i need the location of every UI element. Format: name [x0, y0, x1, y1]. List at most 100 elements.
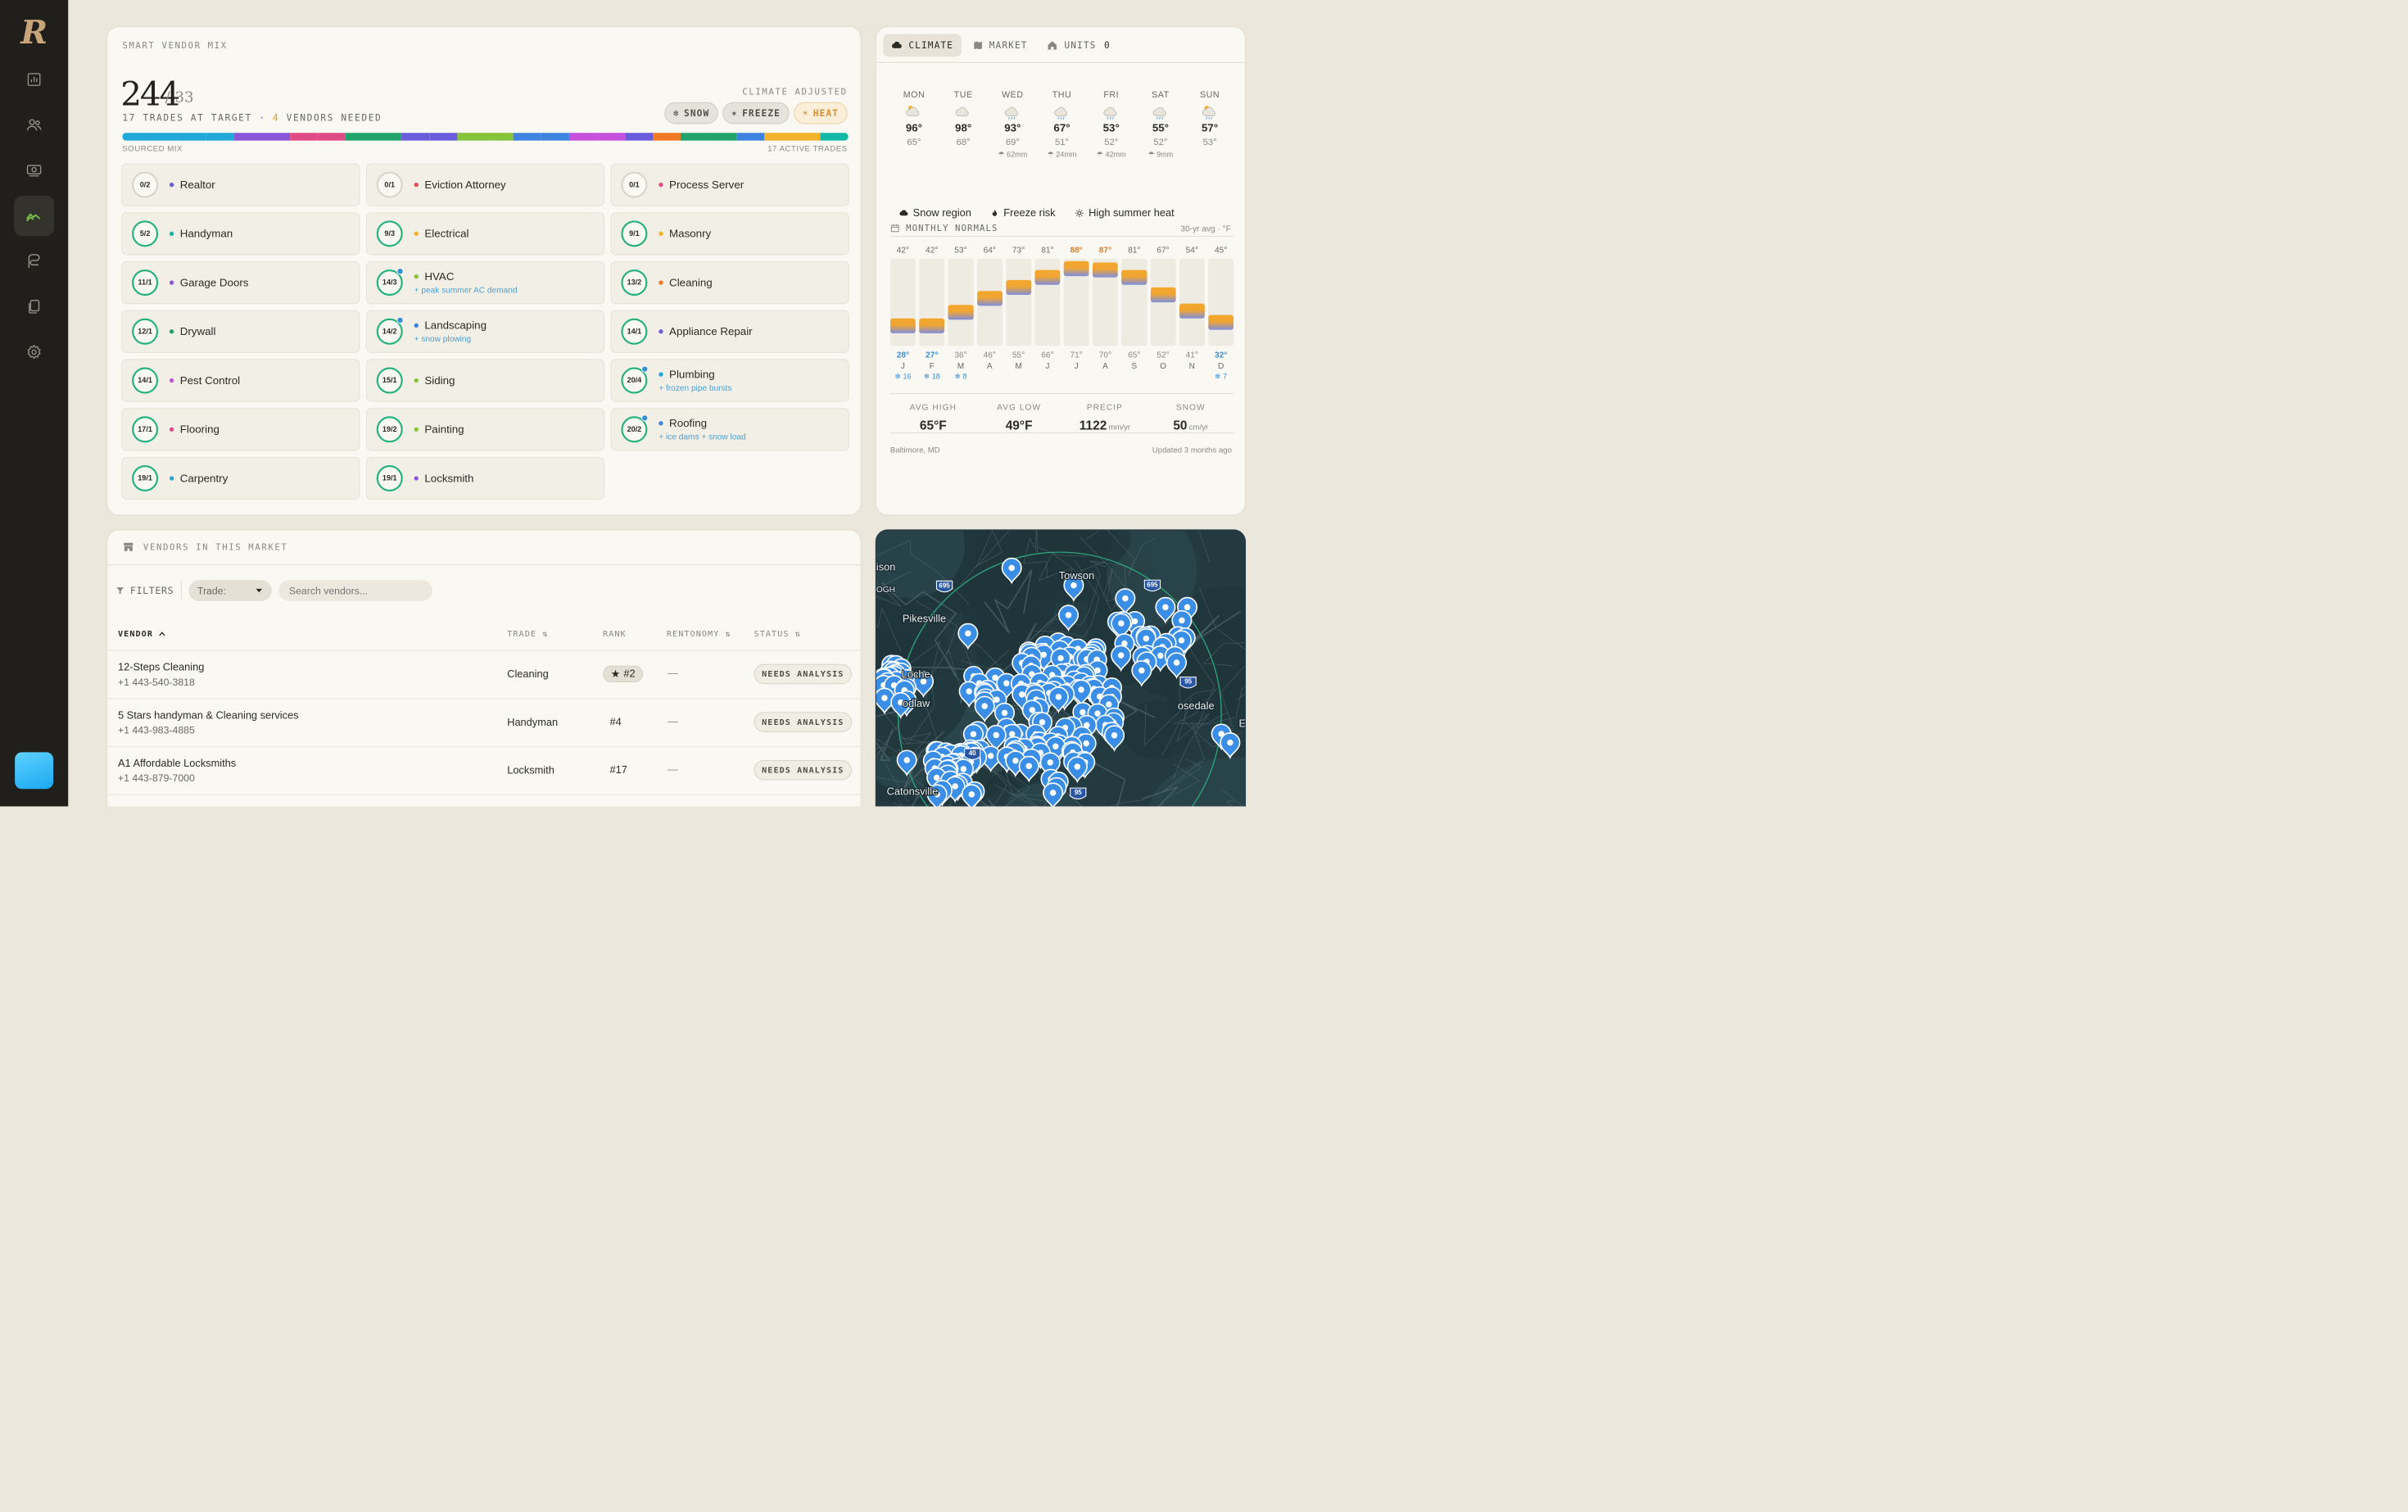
- trade-tile[interactable]: 19/1 Carpentry: [121, 456, 360, 500]
- vendor-pin-icon[interactable]: [957, 622, 979, 650]
- trade-tile[interactable]: 0/1 Eviction Attorney: [365, 163, 605, 206]
- trade-tile[interactable]: 11/1 Garage Doors: [121, 260, 360, 305]
- stat-label: AVG HIGH: [909, 402, 957, 412]
- month-letter: O: [1160, 361, 1166, 371]
- umbrella-icon: ☂: [1147, 150, 1157, 159]
- trade-tile[interactable]: 12/1 Drywall: [121, 310, 360, 353]
- trade-progress-ring: 14/2: [376, 316, 404, 345]
- table-row[interactable]: 5 Stars handyman & Cleaning services +1 4…: [107, 698, 861, 746]
- nav-route[interactable]: [14, 241, 54, 281]
- trade-tile[interactable]: 13/2 Cleaning: [610, 260, 849, 305]
- sun-rain-icon: [1185, 102, 1234, 120]
- trade-select[interactable]: Trade:: [188, 580, 272, 601]
- freeze-chip[interactable]: ✶ FREEZE: [722, 102, 790, 124]
- nav-settings[interactable]: [14, 332, 54, 372]
- vendor-name[interactable]: A1 Affordable Locksmiths: [118, 758, 236, 770]
- trade-color-dot: [659, 421, 663, 426]
- nav-finance[interactable]: [14, 150, 54, 190]
- table-row[interactable]: A1 Affordable Locksmiths +1 443-879-7000 L…: [107, 745, 861, 794]
- trade-tile[interactable]: 14/1 Pest Control: [121, 359, 360, 402]
- col-rank[interactable]: RANK: [603, 629, 627, 639]
- search-vendors-input[interactable]: [278, 580, 432, 601]
- day-high: 67°: [1053, 121, 1070, 134]
- trade-tile[interactable]: 5/2 Handyman: [121, 212, 360, 256]
- app-logo[interactable]: R: [16, 15, 52, 50]
- filters-label[interactable]: FILTERS: [115, 585, 174, 596]
- tab-market[interactable]: MARKET: [965, 34, 1035, 57]
- nav-markets[interactable]: [14, 195, 55, 236]
- trade-ratio: 14/1: [627, 327, 642, 336]
- trade-tile[interactable]: 14/3 HVAC + peak summer AC demand: [365, 260, 605, 305]
- nav-analytics[interactable]: [14, 60, 54, 100]
- status-badge[interactable]: NEEDS ANALYSIS: [754, 712, 853, 732]
- month-range-fill: [1063, 260, 1089, 276]
- highway-shield-icon: 695: [1143, 579, 1161, 592]
- month-snow: ❄ 18: [919, 372, 944, 382]
- snowflake-icon: ❄: [923, 372, 932, 381]
- col-trade[interactable]: TRADE ⇅: [507, 629, 548, 639]
- trade-info: Garage Doors: [169, 276, 248, 288]
- month-range-fill: [948, 305, 974, 320]
- trade-tile[interactable]: 0/2 Realtor: [121, 163, 360, 206]
- nav-documents[interactable]: [14, 287, 54, 327]
- trade-tile[interactable]: 0/1 Process Server: [610, 163, 849, 206]
- mix-segment: [289, 133, 318, 141]
- trade-tile[interactable]: 15/1 Siding: [365, 359, 605, 402]
- map-place-label: ison: [876, 561, 895, 573]
- day-low: 69°: [1005, 137, 1020, 147]
- tab-climate[interactable]: CLIMATE: [883, 34, 962, 57]
- month-range-fill: [1092, 262, 1118, 278]
- trade-progress-ring: 20/4: [621, 365, 649, 394]
- heat-chip[interactable]: ☀ HEAT: [793, 102, 848, 124]
- col-rentonomy[interactable]: RENTONOMY ⇅: [667, 629, 731, 639]
- status-badge[interactable]: NEEDS ANALYSIS: [754, 663, 853, 685]
- map-canvas[interactable]: ison OGH Towson Pikesville Loche odlaw osedale…: [876, 530, 1246, 807]
- trade-progress-ring: 9/1: [621, 220, 648, 247]
- tab-units[interactable]: UNITS 0: [1039, 34, 1118, 57]
- trade-progress-ring: 9/3: [376, 220, 403, 247]
- trade-tile[interactable]: 9/3 Electrical: [365, 212, 605, 256]
- snow-chip[interactable]: ❄ SNOW: [664, 102, 718, 124]
- climate-chips: ❄ SNOW ✶ FREEZE ☀ HEAT: [664, 102, 848, 124]
- smart-vendor-mix-card: SMART VENDOR MIX 244 / 33 17 TRADES AT T…: [106, 25, 862, 516]
- trade-tile[interactable]: 14/1 Appliance Repair: [610, 310, 849, 353]
- user-avatar-tile[interactable]: [15, 752, 54, 790]
- trade-name: Roofing: [669, 417, 708, 429]
- market-map[interactable]: ison OGH Towson Pikesville Loche odlaw osedale…: [875, 529, 1247, 807]
- month-low: 46°: [983, 350, 996, 360]
- trade-tile[interactable]: 20/2 Roofing + ice dams + snow load: [610, 408, 849, 451]
- trade-tile[interactable]: 14/2 Landscaping + snow plowing: [365, 310, 605, 353]
- vendor-pin-icon[interactable]: [1066, 756, 1088, 784]
- trade-ratio: 0/2: [139, 180, 151, 189]
- trade-name: Masonry: [669, 227, 712, 240]
- trade-color-dot: [414, 378, 419, 383]
- forecast-day: FRI 53° 52° ☂ 42mm: [1087, 90, 1136, 159]
- vendor-pin-icon[interactable]: [1104, 725, 1125, 753]
- vendor-rentonomy: —: [667, 715, 678, 727]
- table-row[interactable]: 12-Steps Cleaning +1 443-540-3818 Cleaning…: [107, 650, 861, 699]
- vendor-name[interactable]: 12-Steps Cleaning: [118, 661, 204, 673]
- chevron-down-icon: [256, 588, 262, 593]
- trade-tile[interactable]: 19/1 Locksmith: [365, 456, 605, 500]
- rain-icon: [1037, 102, 1086, 120]
- trade-tile[interactable]: 17/1 Flooring: [121, 408, 360, 451]
- trade-tile[interactable]: 9/1 Masonry: [610, 212, 849, 256]
- stat-number: 1122: [1079, 418, 1107, 432]
- vendor-pin-icon[interactable]: [1057, 604, 1080, 632]
- table-row[interactable]: A1 ChimneyNEEDS ANALYSIS: [107, 794, 861, 807]
- col-status[interactable]: STATUS ⇅: [754, 629, 801, 639]
- trade-tile[interactable]: 20/4 Plumbing + frozen pipe bursts: [610, 359, 849, 402]
- col-vendor[interactable]: VENDOR: [118, 629, 165, 639]
- trade-tile[interactable]: 19/2 Painting: [365, 408, 605, 451]
- vendor-pin-icon[interactable]: [1220, 732, 1241, 759]
- status-badge[interactable]: NEEDS ANALYSIS: [754, 759, 853, 781]
- flame-icon: [992, 209, 998, 216]
- vendor-name[interactable]: 5 Stars handyman & Cleaning services: [118, 709, 299, 722]
- nav-people[interactable]: [14, 105, 54, 145]
- climate-tabs: CLIMATE MARKET UNITS 0: [883, 34, 1118, 57]
- vendor-name[interactable]: A1 Chimney: [118, 805, 175, 806]
- month-column: 81° 65° S: [1121, 246, 1147, 382]
- stat-value: 49°F: [976, 419, 1062, 433]
- forecast-day: SUN 57° 53°: [1185, 90, 1234, 159]
- trade-color-dot: [169, 329, 174, 334]
